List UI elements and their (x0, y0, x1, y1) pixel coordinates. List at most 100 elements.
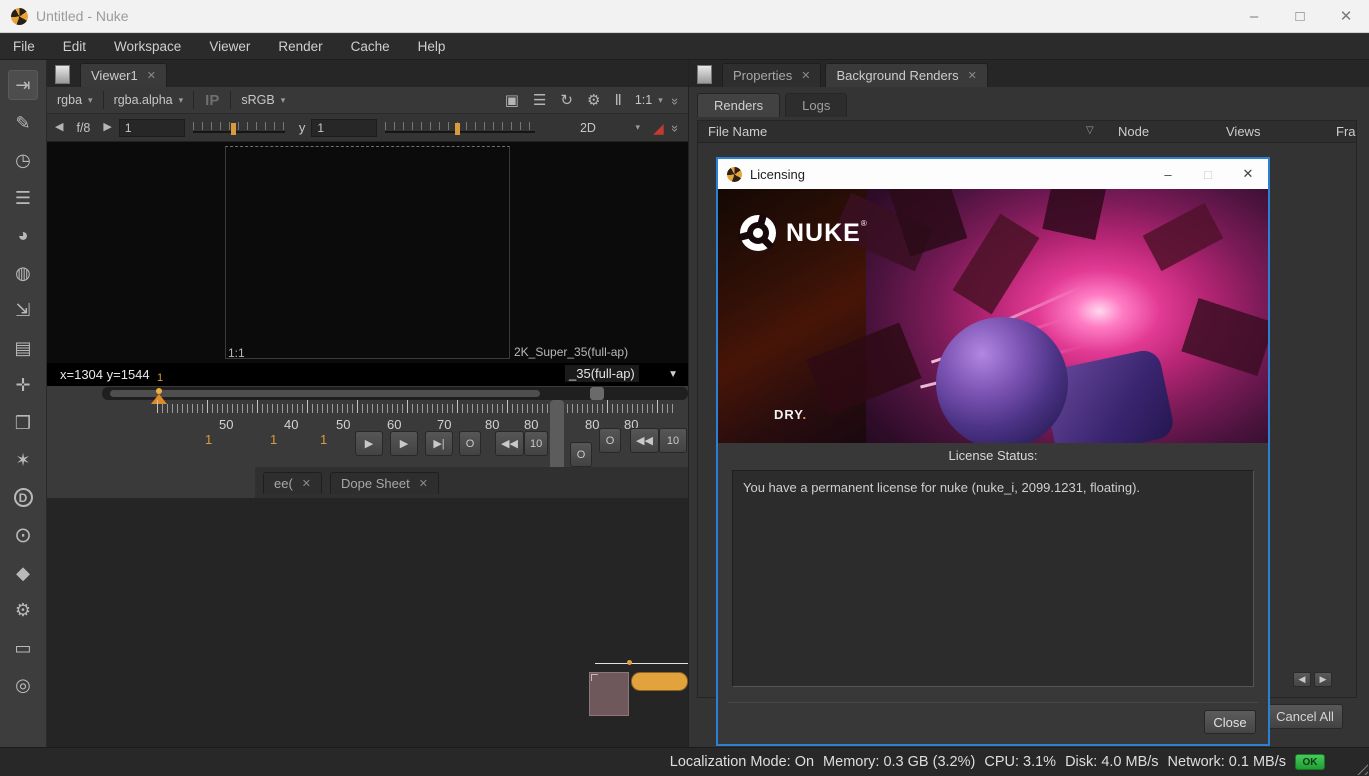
play-button[interactable]: ▶ (355, 431, 383, 456)
toolbar-item-metadata[interactable]: ◆ (8, 558, 38, 588)
ramp-icon[interactable]: ◢ (653, 121, 664, 135)
subtab-logs[interactable]: Logs (785, 93, 847, 117)
toolbar-item-other[interactable]: ▭ (8, 633, 38, 663)
current-frame-field[interactable]: 1 (205, 432, 212, 447)
viewer1-tab-close-icon[interactable]: ✕ (147, 69, 156, 82)
viewer-canvas[interactable]: 1:1 2K_Super_35(full-ap) (47, 142, 688, 363)
gain-slider-knob[interactable] (231, 123, 236, 135)
gain-slider[interactable] (193, 120, 285, 136)
channels-dropdown[interactable]: rgba ▾ (51, 91, 99, 109)
cancel-all-button[interactable]: Cancel All (1267, 704, 1343, 729)
loop-button-glitch[interactable]: O (599, 428, 621, 453)
toolbar-item-3d[interactable]: ❒ (8, 408, 38, 438)
scroll-left-button[interactable]: ◀ (1293, 672, 1311, 687)
tab-partial[interactable]: ee( ✕ (263, 472, 322, 494)
tab-viewer1[interactable]: Viewer1 ✕ (80, 63, 167, 87)
license-close-button[interactable]: Close (1204, 710, 1256, 734)
close-button[interactable]: ✕ (1323, 0, 1369, 32)
frame-range-slider[interactable] (102, 387, 688, 400)
close-icon[interactable]: ✕ (302, 477, 311, 490)
collapse-chevrons-icon[interactable]: » (668, 125, 683, 130)
menu-cache[interactable]: Cache (351, 39, 390, 54)
toolbar-item-draw[interactable]: ✎ (8, 108, 38, 138)
menu-file[interactable]: File (13, 39, 35, 54)
menu-edit[interactable]: Edit (63, 39, 86, 54)
node-graph-area[interactable] (47, 498, 688, 747)
loop-button[interactable]: O (459, 431, 481, 456)
next-arrow-icon[interactable]: ▶ (103, 122, 111, 133)
dialog-minimize-button[interactable]: – (1148, 160, 1188, 189)
menu-bar: File Edit Workspace Viewer Render Cache … (0, 34, 1369, 60)
toolbar-item-keyer[interactable]: ⇲ (8, 295, 38, 325)
frame-field[interactable]: 1 (270, 432, 277, 447)
close-icon[interactable]: ✕ (968, 69, 977, 82)
frame-increment-field[interactable]: 10 (524, 431, 548, 456)
frame-range-handle[interactable] (590, 387, 604, 400)
refresh-icon[interactable]: ↻ (560, 93, 573, 108)
column-views[interactable]: Views (1226, 124, 1260, 139)
prev-arrow-icon[interactable]: ◀ (55, 122, 63, 133)
stack-lines-icon[interactable]: ☰ (533, 93, 546, 108)
dialog-close-button[interactable]: ✕ (1228, 160, 1268, 189)
menu-workspace[interactable]: Workspace (114, 39, 181, 54)
column-file-name[interactable]: File Name (708, 124, 767, 139)
gain-input[interactable]: 1 (119, 119, 185, 137)
subtab-renders[interactable]: Renders (697, 93, 780, 117)
toolbar-item-particles[interactable]: ✶ (8, 445, 38, 475)
toolbar-item-views[interactable]: ⊙ (8, 520, 38, 550)
toolbar-item-time[interactable]: ◷ (8, 145, 38, 175)
tab-dope-sheet[interactable]: Dope Sheet ✕ (330, 472, 439, 494)
tab-properties[interactable]: Properties ✕ (722, 63, 821, 87)
pane-menu-icon[interactable] (55, 65, 70, 84)
maximize-button[interactable]: □ (1277, 0, 1323, 32)
toolbar-item-transform[interactable]: ✛ (8, 370, 38, 400)
gamma-slider[interactable] (385, 120, 535, 136)
pane-menu-icon[interactable] (697, 65, 712, 84)
layer-dropdown[interactable]: rgba.alpha ▾ (108, 91, 190, 109)
toolbar-item-merge[interactable]: ▤ (8, 333, 38, 363)
view-mode-dropdown[interactable]: 2D ▾ (574, 119, 646, 137)
roi-gear-icon[interactable]: ⚙ (587, 93, 600, 108)
close-icon[interactable]: ✕ (801, 69, 810, 82)
play-step-button[interactable]: ▶ (390, 431, 418, 456)
flame-icon: ◎ (15, 676, 31, 694)
menu-help[interactable]: Help (418, 39, 446, 54)
viewer-node[interactable] (631, 672, 688, 691)
loop-button-glitch[interactable]: O (570, 442, 592, 467)
gamma-slider-knob[interactable] (455, 123, 460, 135)
frame-field[interactable]: 1 (320, 432, 327, 447)
rewind-button[interactable]: ◀◀ (495, 431, 524, 456)
toolbar-item-channel[interactable]: ☰ (8, 183, 38, 213)
sort-filter-icon[interactable]: ▽ (1086, 125, 1094, 136)
toolbar-item-flame[interactable]: ◎ (8, 670, 38, 700)
menu-render[interactable]: Render (278, 39, 322, 54)
monitor-out-icon[interactable]: ▣ (505, 93, 519, 108)
gamma-input[interactable]: 1 (311, 119, 377, 137)
pause-icon[interactable]: Ⅱ (614, 93, 621, 108)
scroll-right-button[interactable]: ▶ (1314, 672, 1332, 687)
licensing-titlebar[interactable]: Licensing – □ ✕ (718, 159, 1268, 189)
toolbar-item-filter[interactable]: ◍ (8, 258, 38, 288)
info-caret-icon[interactable]: ▼ (668, 369, 678, 380)
colorspace-dropdown[interactable]: sRGB ▾ (235, 91, 291, 109)
horizontal-scrollbar: ◀ ▶ (1293, 672, 1332, 687)
close-icon[interactable]: ✕ (419, 477, 428, 490)
resize-grip[interactable] (1352, 759, 1368, 775)
dope-sheet-tab-label: Dope Sheet (341, 476, 410, 491)
frame-increment-glitch[interactable]: 10 (659, 428, 687, 453)
play-to-end-button[interactable]: ▶| (425, 431, 453, 456)
toolbar-item-color[interactable]: ◕ (8, 220, 38, 250)
input-process-button[interactable]: IP (205, 93, 219, 108)
zoom-dropdown[interactable]: 1:1 ▾ (629, 91, 669, 109)
column-frames[interactable]: Fra (1336, 124, 1356, 139)
tab-background-renders[interactable]: Background Renders ✕ (825, 63, 987, 87)
license-status-box[interactable]: You have a permanent license for nuke (n… (732, 470, 1254, 687)
minimize-button[interactable]: – (1231, 0, 1277, 32)
toolbar-item-deep[interactable]: D (8, 483, 38, 513)
collapse-chevrons-icon[interactable]: » (668, 97, 683, 102)
column-node[interactable]: Node (1118, 124, 1149, 139)
menu-viewer[interactable]: Viewer (209, 39, 250, 54)
toolbar-item-image[interactable]: ⇥ (8, 70, 38, 100)
rewind-button-glitch[interactable]: ◀◀ (630, 428, 659, 453)
toolbar-item-toolsets[interactable]: ⚙ (8, 595, 38, 625)
